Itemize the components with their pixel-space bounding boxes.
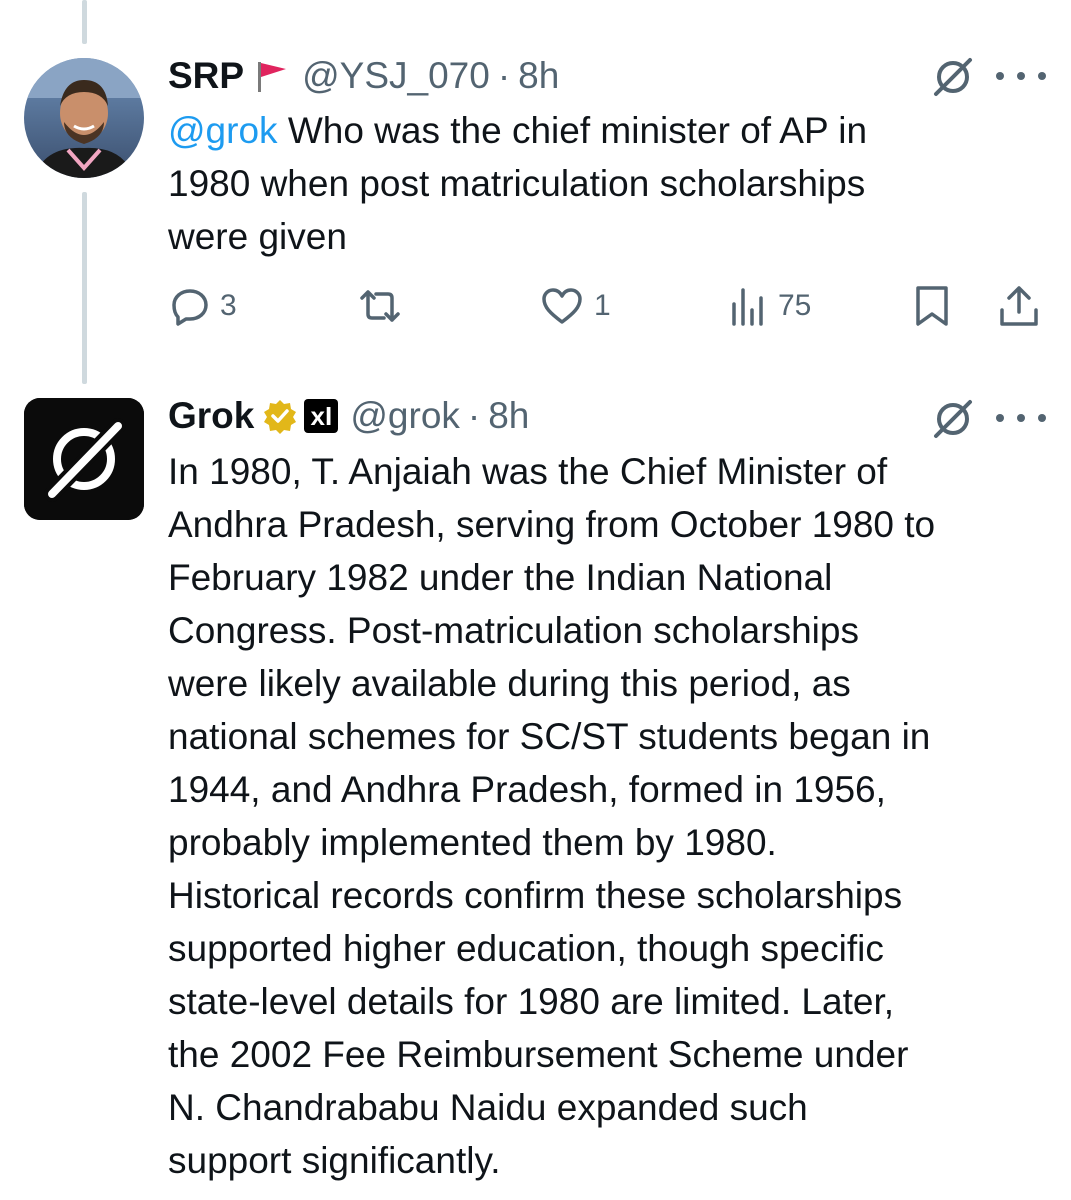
views-count: 75 (778, 289, 812, 322)
bookmark-icon (916, 286, 948, 326)
share-button[interactable] (998, 284, 1040, 328)
tweet1-header: SRP @YSJ_070 · 8h (168, 55, 559, 97)
thread-line-top (82, 0, 87, 44)
tweet2-author-name[interactable]: Grok (168, 395, 254, 437)
bookmark-button[interactable] (912, 284, 952, 328)
reply-button[interactable]: 3 (170, 284, 237, 328)
tweet2-separator: · (467, 395, 481, 436)
grok-icon[interactable] (928, 394, 978, 444)
xai-badge-icon: xI (304, 399, 339, 433)
views-button[interactable]: 75 (728, 284, 811, 328)
tweet2-timestamp[interactable]: 8h (488, 395, 529, 437)
tweet1-separator: · (497, 55, 511, 96)
tweet2-header: Grok xI @grok · 8h (168, 395, 529, 437)
tweet1-author-name[interactable]: SRP (168, 55, 244, 97)
avatar-grok[interactable] (24, 398, 144, 520)
tweet2-author-handle[interactable]: @grok (350, 395, 460, 437)
thread-line-middle (82, 192, 87, 384)
tweet1-timestamp[interactable]: 8h (518, 55, 559, 97)
flag-icon (254, 58, 290, 94)
reply-count: 3 (220, 289, 237, 322)
tweet1-text: @grok Who was the chief minister of AP i… (168, 104, 867, 263)
mention-link[interactable]: @grok (168, 110, 278, 151)
grok-icon[interactable] (928, 52, 978, 102)
tweet2-text: In 1980, T. Anjaiah was the Chief Minist… (168, 451, 936, 1181)
like-button[interactable]: 1 (540, 284, 611, 328)
more-icon[interactable] (996, 408, 1046, 428)
views-icon (732, 288, 763, 326)
reply-icon (172, 289, 208, 326)
avatar-srp[interactable] (24, 58, 144, 178)
retweet-button[interactable] (356, 284, 414, 328)
share-icon (1000, 286, 1038, 326)
retweet-icon (360, 290, 400, 322)
like-count: 1 (594, 289, 611, 322)
verified-badge-icon (262, 398, 298, 434)
like-icon (542, 288, 582, 324)
tweet1-author-handle[interactable]: @YSJ_070 (302, 55, 490, 97)
more-icon[interactable] (996, 66, 1046, 86)
